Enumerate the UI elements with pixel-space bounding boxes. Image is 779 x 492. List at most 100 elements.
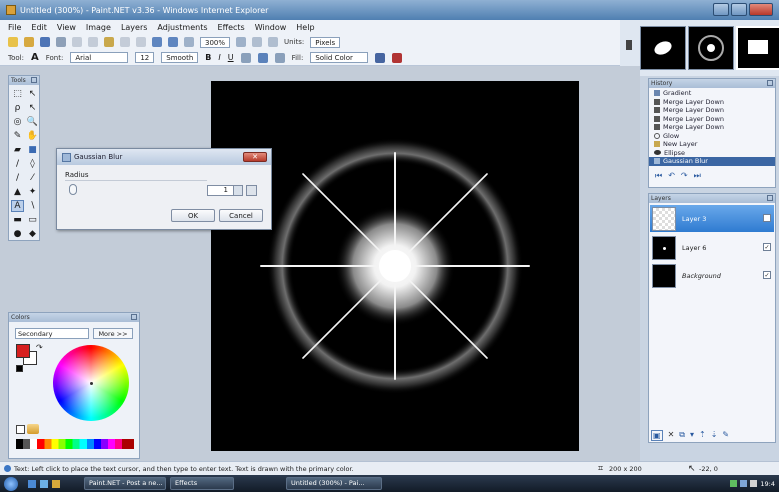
- fast-forward-icon[interactable]: ⏭: [694, 171, 701, 181]
- palette-icon[interactable]: [27, 424, 39, 434]
- history-item[interactable]: Merge Layer Down: [649, 98, 775, 107]
- rounded-rectangle-icon[interactable]: ▭: [26, 214, 39, 226]
- antialias-select[interactable]: Smooth: [161, 52, 199, 63]
- align-left-icon[interactable]: [240, 52, 251, 63]
- rewind-icon[interactable]: ⏮: [655, 171, 662, 181]
- color-picker-icon[interactable]: ⁄: [26, 172, 39, 184]
- history-item[interactable]: New Layer: [649, 140, 775, 149]
- redo-icon[interactable]: [168, 37, 178, 47]
- taskbar-item-active[interactable]: Untitled (300%) - Pai...: [286, 477, 382, 490]
- redo-icon[interactable]: ↷: [681, 171, 688, 181]
- duplicate-layer-icon[interactable]: ⧉: [679, 430, 685, 441]
- layer-row-selected[interactable]: Layer 3 ✓: [650, 205, 774, 232]
- move-selection-icon[interactable]: ↖: [26, 88, 39, 100]
- paste-icon[interactable]: [104, 37, 114, 47]
- undo-icon[interactable]: ↶: [668, 171, 675, 181]
- magic-wand-icon[interactable]: ✎: [11, 130, 24, 142]
- menu-window[interactable]: Window: [255, 23, 287, 32]
- reset-colors-icon[interactable]: [16, 365, 23, 372]
- ruler-icon[interactable]: [268, 37, 279, 47]
- history-item[interactable]: Glow: [649, 132, 775, 141]
- layer-row[interactable]: Layer 6 ✓: [650, 234, 774, 261]
- history-panel-close-icon[interactable]: [767, 80, 773, 86]
- thumbnail-image-3[interactable]: [736, 26, 779, 70]
- crop-icon[interactable]: [120, 37, 130, 47]
- pencil-icon[interactable]: /: [11, 172, 24, 184]
- color-mode-select[interactable]: Secondary: [15, 328, 89, 339]
- thumbnail-image-2[interactable]: [688, 26, 734, 70]
- move-layer-down-icon[interactable]: ⇣: [711, 430, 718, 441]
- underline-button[interactable]: U: [228, 53, 234, 62]
- menu-help[interactable]: Help: [296, 23, 314, 32]
- menu-edit[interactable]: Edit: [31, 23, 47, 32]
- layers-panel-close-icon[interactable]: [767, 195, 773, 201]
- layer-visibility-checkbox[interactable]: ✓: [763, 214, 771, 222]
- history-item[interactable]: Gradient: [649, 89, 775, 98]
- italic-button[interactable]: I: [218, 53, 220, 62]
- cut-icon[interactable]: [72, 37, 82, 47]
- menu-layers[interactable]: Layers: [121, 23, 147, 32]
- fill-select[interactable]: Solid Color: [310, 52, 369, 63]
- zoom-tool-icon[interactable]: 🔍: [26, 116, 39, 128]
- taskbar-item[interactable]: Paint.NET - Post a ne...: [84, 477, 166, 490]
- radius-slider-thumb[interactable]: [69, 184, 77, 195]
- open-icon[interactable]: [24, 37, 34, 47]
- history-item[interactable]: Merge Layer Down: [649, 106, 775, 115]
- menu-effects[interactable]: Effects: [218, 23, 245, 32]
- lasso-icon[interactable]: ρ: [11, 102, 24, 114]
- close-button[interactable]: [749, 3, 773, 16]
- line-curve-icon[interactable]: ∖: [26, 200, 39, 212]
- color-palette-strip[interactable]: [16, 439, 134, 449]
- layer-row[interactable]: Background ✓: [650, 262, 774, 289]
- transparency-checkbox[interactable]: [16, 425, 25, 434]
- new-icon[interactable]: [8, 37, 18, 47]
- delete-layer-icon[interactable]: ✕: [668, 430, 675, 441]
- quicklaunch-folder-icon[interactable]: [52, 479, 60, 488]
- menu-file[interactable]: File: [8, 23, 21, 32]
- ellipse-select-icon[interactable]: ◎: [11, 116, 24, 128]
- font-size-select[interactable]: 12: [135, 52, 155, 63]
- thumbnail-scroll-icon[interactable]: [626, 40, 632, 50]
- zoom-select[interactable]: 300%: [200, 36, 231, 48]
- primary-color-swatch[interactable]: [16, 344, 30, 358]
- rectangle-icon[interactable]: ▬: [11, 214, 24, 226]
- paint-bucket-icon[interactable]: ▰: [11, 144, 24, 156]
- recolor-icon[interactable]: ✦: [26, 186, 39, 198]
- thumbnail-image-1[interactable]: [640, 26, 686, 70]
- pan-icon[interactable]: ✋: [26, 130, 39, 142]
- zoom-in-icon[interactable]: [236, 37, 247, 47]
- tray-network-icon[interactable]: [730, 480, 738, 487]
- more-colors-button[interactable]: More >>: [93, 328, 133, 339]
- antialias-icon[interactable]: [375, 52, 386, 63]
- layer-properties-icon[interactable]: ✎: [722, 430, 729, 441]
- history-item[interactable]: Merge Layer Down: [649, 123, 775, 132]
- undo-icon[interactable]: [152, 37, 162, 47]
- blend-mode-icon[interactable]: [392, 52, 403, 63]
- bold-button[interactable]: B: [205, 53, 211, 62]
- menu-adjustments[interactable]: Adjustments: [157, 23, 207, 32]
- radius-spinner[interactable]: [233, 186, 242, 195]
- freeform-shape-icon[interactable]: ◆: [26, 228, 39, 240]
- zoom-icon[interactable]: [184, 37, 194, 47]
- colors-panel-close-icon[interactable]: [131, 314, 137, 320]
- quicklaunch-ie-icon[interactable]: [28, 479, 36, 488]
- units-select[interactable]: Pixels: [310, 36, 341, 48]
- grid-icon[interactable]: [252, 37, 263, 47]
- deselect-icon[interactable]: [136, 37, 146, 47]
- start-button[interactable]: [4, 476, 18, 491]
- align-center-icon[interactable]: [257, 52, 268, 63]
- align-right-icon[interactable]: [274, 52, 285, 63]
- text-tool-button[interactable]: A: [11, 200, 24, 212]
- taskbar-item[interactable]: Effects: [170, 477, 234, 490]
- text-tool-icon[interactable]: A: [31, 52, 39, 63]
- dialog-close-button[interactable]: ✕: [243, 152, 267, 162]
- print-icon[interactable]: [56, 37, 66, 47]
- layer-visibility-checkbox[interactable]: ✓: [763, 243, 771, 251]
- minimize-button[interactable]: [713, 3, 729, 16]
- layer-visibility-checkbox[interactable]: ✓: [763, 271, 771, 279]
- eraser-icon[interactable]: ◊: [26, 158, 39, 170]
- merge-layer-down-icon[interactable]: ▾: [690, 430, 694, 441]
- save-icon[interactable]: [40, 37, 50, 47]
- swap-colors-icon[interactable]: ↷: [36, 343, 43, 352]
- maximize-button[interactable]: [731, 3, 747, 16]
